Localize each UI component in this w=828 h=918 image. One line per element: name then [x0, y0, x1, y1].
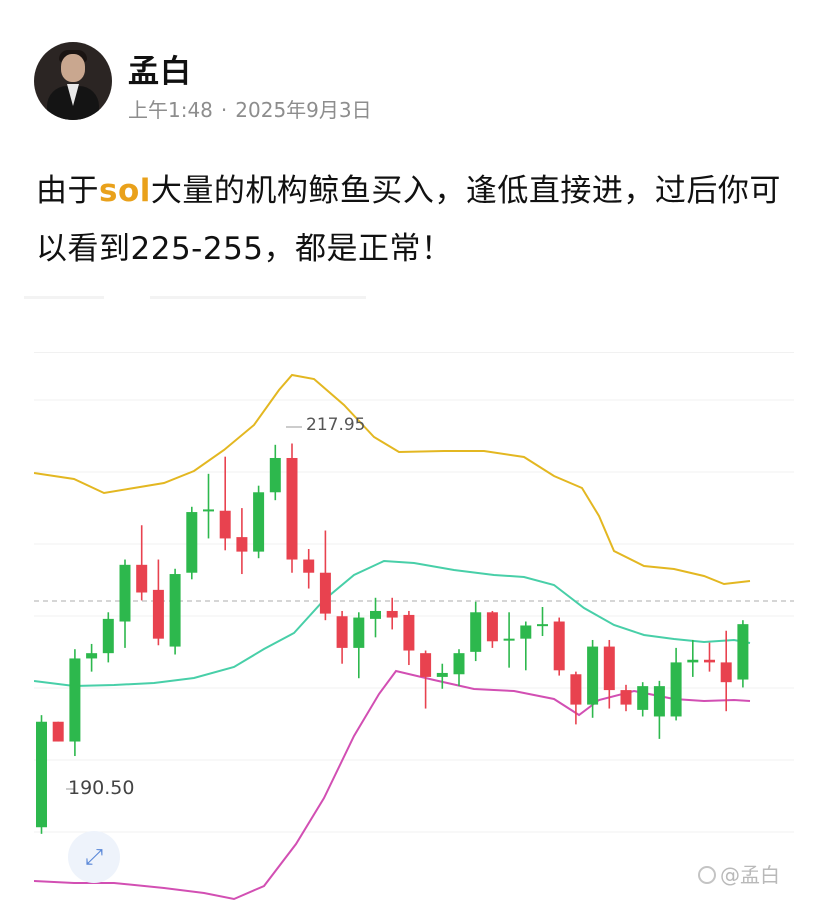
candle-body	[503, 638, 515, 641]
candle-body	[420, 653, 432, 677]
candle-body	[203, 509, 214, 512]
watermark: @孟白	[698, 859, 780, 888]
candle-body	[219, 510, 231, 539]
candle-body	[520, 625, 532, 639]
candle-body	[436, 672, 448, 677]
candle-body	[152, 589, 164, 639]
meta-separator: ·	[220, 98, 228, 122]
candle-body	[737, 624, 749, 680]
candle-body	[637, 686, 649, 710]
watermark-text: @孟白	[720, 863, 780, 887]
author-name[interactable]: 孟白	[128, 46, 192, 91]
candle-body	[453, 653, 465, 675]
candle-body	[603, 646, 615, 691]
candle-body	[370, 610, 381, 619]
candle-body	[620, 690, 632, 705]
candle-body	[670, 662, 682, 717]
candle-body	[52, 721, 64, 742]
candle-body	[486, 612, 498, 642]
candle-body	[253, 492, 265, 552]
candlestick-chart	[34, 373, 794, 901]
candle-body	[136, 564, 148, 593]
post-text-part1: 由于	[36, 173, 99, 209]
candle-body	[353, 617, 365, 648]
post-meta: 上午1:48 · 2025年9月3日	[128, 94, 372, 123]
chart-image[interactable]: 217.95 190.50 ⤢ @孟白	[34, 352, 794, 918]
low-price-label: 190.50	[68, 777, 135, 799]
divider	[24, 296, 104, 299]
post-date: 2025年9月3日	[235, 98, 372, 122]
candle-body	[336, 616, 348, 648]
candle-body	[587, 646, 599, 705]
high-price-label: 217.95	[306, 415, 366, 435]
candle-body	[704, 659, 715, 663]
avatar[interactable]	[34, 42, 112, 120]
candle-body	[186, 512, 198, 573]
candle-body	[653, 686, 665, 717]
expand-button[interactable]: ⤢	[68, 831, 120, 883]
post-time: 上午1:48	[128, 98, 213, 122]
candle-body	[119, 564, 131, 622]
divider	[150, 296, 366, 299]
expand-icon: ⤢	[85, 844, 103, 870]
candle-body	[286, 457, 298, 560]
candle-body	[236, 537, 248, 552]
candle-body	[269, 457, 281, 493]
candle-body	[86, 653, 98, 659]
candle-body	[403, 614, 415, 651]
candle-body	[36, 721, 47, 828]
candle-body	[386, 610, 398, 618]
candle-body	[470, 612, 482, 652]
candle-body	[102, 618, 114, 654]
candle-body	[303, 559, 315, 573]
candle-body	[537, 624, 548, 627]
candle-body	[720, 662, 732, 683]
weibo-logo-icon	[698, 866, 716, 884]
post-header: 孟白 上午1:48 · 2025年9月3日	[34, 42, 794, 123]
candle-body	[69, 658, 81, 742]
candle-body	[319, 572, 331, 614]
post-text: 由于sol大量的机构鲸鱼买入，逢低直接进，过后你可以看到225-255，都是正常…	[36, 162, 796, 278]
candle-body	[553, 621, 565, 671]
candle-body	[169, 574, 181, 647]
candle-body	[687, 659, 699, 663]
avatar-face	[61, 54, 85, 82]
candle-body	[570, 674, 582, 705]
post-highlight: sol	[99, 173, 151, 209]
